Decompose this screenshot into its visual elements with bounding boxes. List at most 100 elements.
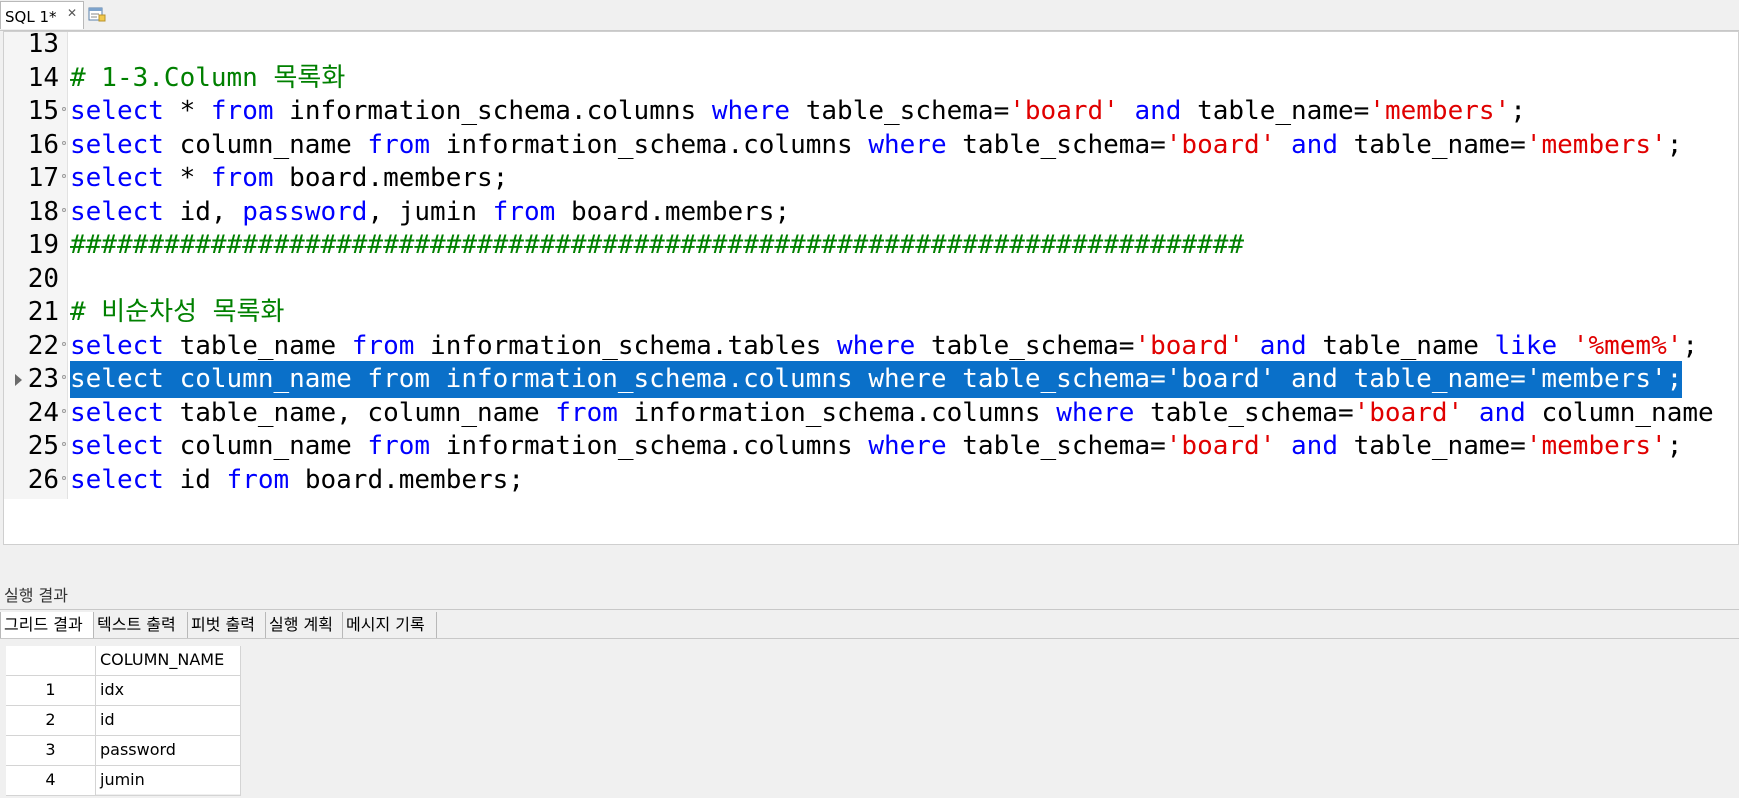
- results-tab-4[interactable]: 실행 계획: [266, 612, 343, 638]
- code-line[interactable]: 25 select column_name from information_sc…: [4, 428, 1738, 465]
- code-text: select id from board.members;: [70, 462, 524, 499]
- code-token: ;: [1666, 431, 1683, 461]
- code-token: table_schema=: [790, 96, 1010, 126]
- code-line[interactable]: 17 select * from board.members;: [4, 160, 1738, 197]
- result-grid[interactable]: COLUMN_NAME 1 idx 2 id 3 password 4 jumin: [6, 646, 241, 796]
- code-line[interactable]: 21 # 비순차성 목록화: [4, 294, 1738, 331]
- line-gutter[interactable]: 24: [4, 394, 68, 432]
- fold-marker-icon[interactable]: [62, 442, 66, 446]
- code-token: where: [868, 129, 947, 160]
- fold-marker-icon[interactable]: [62, 174, 66, 178]
- code-token: information_schema.columns: [430, 129, 869, 160]
- line-gutter[interactable]: 19: [4, 227, 68, 264]
- code-token: and: [1259, 330, 1307, 361]
- grid-cell[interactable]: jumin: [96, 766, 241, 796]
- code-token: and: [1291, 431, 1338, 461]
- code-token: 'members': [1525, 129, 1667, 160]
- code-line[interactable]: 24 select table_name, column_name from in…: [4, 394, 1738, 432]
- tab-sql-1[interactable]: SQL 1* ✕: [0, 1, 84, 29]
- current-line-arrow-icon: [15, 374, 22, 386]
- fold-marker-icon[interactable]: [62, 207, 66, 212]
- grid-cell[interactable]: idx: [96, 676, 241, 706]
- line-gutter[interactable]: 16: [4, 126, 68, 164]
- line-gutter[interactable]: 17: [4, 160, 68, 197]
- grid-cell[interactable]: id: [96, 706, 241, 736]
- code-token: information_schema.columns: [617, 397, 1057, 428]
- code-token: ;: [1666, 129, 1683, 160]
- row-number[interactable]: 4: [6, 766, 96, 796]
- code-token: select: [70, 431, 164, 461]
- code-token: select: [70, 196, 164, 227]
- new-query-icon[interactable]: [88, 6, 106, 22]
- fold-marker-icon[interactable]: [62, 341, 66, 346]
- line-gutter[interactable]: 25: [4, 428, 68, 465]
- row-number[interactable]: 2: [6, 706, 96, 736]
- line-gutter[interactable]: 22: [4, 327, 68, 365]
- code-token: 'board': [1009, 96, 1119, 126]
- line-gutter[interactable]: 26: [4, 461, 68, 499]
- close-icon[interactable]: ✕: [67, 6, 77, 20]
- results-tab-2[interactable]: 텍스트 출력: [94, 612, 188, 638]
- row-number[interactable]: 1: [6, 676, 96, 706]
- code-token: ########################################…: [70, 230, 1244, 260]
- code-token: table_name, column_name: [163, 397, 556, 428]
- line-gutter[interactable]: 15: [4, 93, 68, 130]
- fold-marker-icon[interactable]: [62, 408, 66, 413]
- code-token: 'board': [1134, 330, 1245, 361]
- line-gutter[interactable]: 23: [4, 361, 68, 398]
- results-tab-3[interactable]: 피벗 출력: [188, 612, 266, 638]
- code-text: select id, password, jumin from board.me…: [70, 194, 790, 231]
- grid-cell[interactable]: password: [96, 736, 241, 766]
- results-tab-5[interactable]: 메시지 기록: [343, 612, 437, 638]
- code-line[interactable]: 22 select table_name from information_sch…: [4, 327, 1738, 365]
- code-line[interactable]: 26 select id from board.members;: [4, 461, 1738, 499]
- grid-corner[interactable]: [6, 646, 96, 676]
- code-token: table_schema=: [915, 330, 1135, 361]
- code-text: select table_name, column_name from info…: [70, 395, 1714, 432]
- code-line[interactable]: 14 # 1-3.Column 목록화: [4, 59, 1738, 97]
- code-token: # 비순차성 목록화: [70, 297, 285, 327]
- fold-marker-icon[interactable]: [62, 107, 66, 111]
- line-number: 16: [27, 129, 59, 160]
- code-token: id,: [163, 196, 243, 227]
- code-line[interactable]: 16 select column_name from information_sc…: [4, 126, 1738, 164]
- row-number[interactable]: 3: [6, 736, 96, 766]
- code-token: id: [163, 464, 227, 495]
- code-token: table_name=: [1181, 96, 1370, 126]
- code-token: # 1-3.Column 목록화: [70, 62, 346, 93]
- fold-marker-icon[interactable]: [62, 375, 66, 379]
- code-token: board.members;: [555, 196, 791, 227]
- column-header[interactable]: COLUMN_NAME: [96, 646, 241, 676]
- results-tab-1[interactable]: 그리드 결과: [0, 612, 94, 638]
- code-line[interactable]: 19 ######################################…: [4, 227, 1738, 264]
- line-gutter[interactable]: 13: [4, 31, 68, 63]
- code-line[interactable]: 23 select column_name from information_sc…: [4, 361, 1738, 398]
- line-number: 19: [27, 230, 59, 260]
- code-line[interactable]: 20: [4, 260, 1738, 298]
- code-token: *: [163, 96, 211, 126]
- code-token: , jumin: [367, 196, 493, 227]
- code-token: password: [242, 196, 368, 227]
- code-token: select: [70, 163, 164, 193]
- line-gutter[interactable]: 14: [4, 59, 68, 97]
- code-line[interactable]: 15 select * from information_schema.colum…: [4, 93, 1738, 130]
- fold-marker-icon[interactable]: [62, 475, 66, 480]
- code-line[interactable]: 18 select id, password, jumin from board.…: [4, 193, 1738, 231]
- tab-label: SQL 1*: [5, 8, 57, 26]
- line-gutter[interactable]: 21: [4, 294, 68, 331]
- line-number: 18: [27, 196, 59, 227]
- line-gutter[interactable]: 20: [4, 260, 68, 298]
- code-token: information_schema.tables: [414, 330, 838, 361]
- code-token: 'members': [1525, 431, 1667, 461]
- code-token: board.members;: [273, 163, 509, 193]
- code-text: select * from board.members;: [70, 160, 508, 197]
- line-gutter[interactable]: 18: [4, 193, 68, 231]
- fold-marker-icon[interactable]: [62, 140, 66, 145]
- code-token: column_name: [163, 431, 368, 461]
- line-number: 13: [27, 31, 59, 59]
- sql-editor[interactable]: 26 select id from board.members; 25 select …: [3, 31, 1739, 545]
- code-line[interactable]: 13: [4, 31, 1738, 63]
